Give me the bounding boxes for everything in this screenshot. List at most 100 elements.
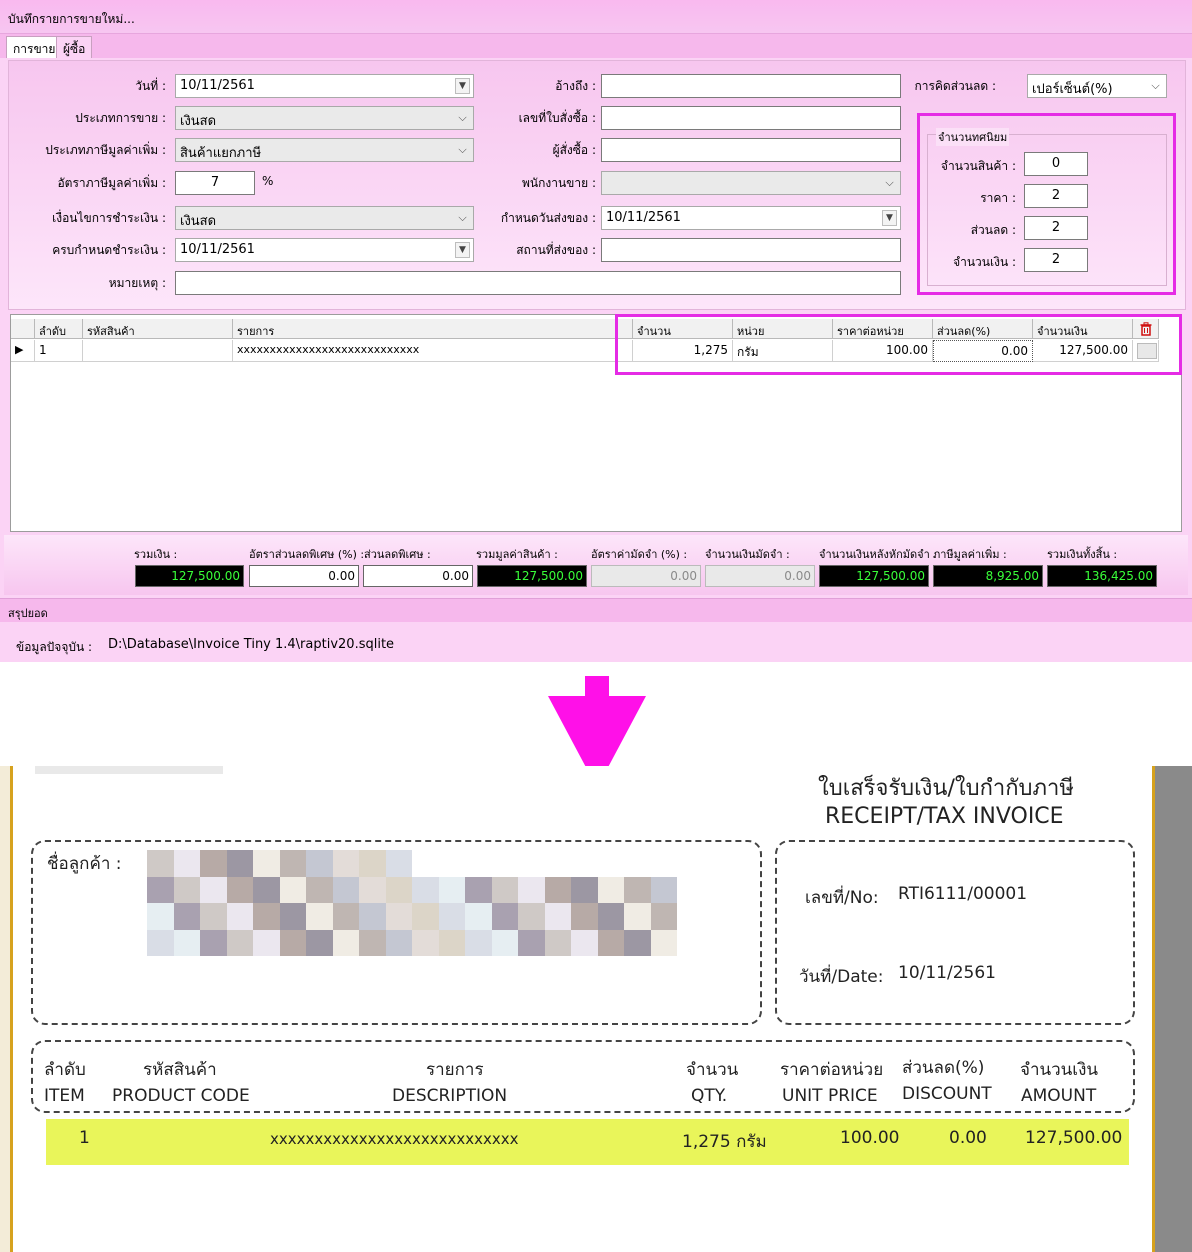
col-item-th: ลำดับ xyxy=(44,1060,86,1080)
payment-terms-select[interactable]: เงินสด ⌵ xyxy=(175,206,474,230)
delivery-date-label: กำหนดวันส่งของ : xyxy=(500,211,596,225)
delivery-date-picker[interactable]: 10/11/2561 ▼ xyxy=(601,206,901,230)
receipt-no-label: เลขที่/No: xyxy=(805,888,879,908)
col-desc-th: รายการ xyxy=(426,1060,484,1080)
receipt-date-value: 10/11/2561 xyxy=(898,963,996,983)
deposit-input[interactable]: 0.00 xyxy=(705,565,815,587)
pixel-block xyxy=(438,903,465,930)
decimals-price-label: ราคา : xyxy=(980,191,1016,205)
viewer-background xyxy=(1155,766,1192,1252)
col-qty-en: QTY. xyxy=(691,1086,728,1106)
pixel-block xyxy=(279,850,306,877)
pixel-block xyxy=(332,929,359,956)
logo-placeholder xyxy=(35,766,223,774)
page-left-border xyxy=(0,766,10,1252)
grid-header-seq[interactable]: ลำดับ xyxy=(35,319,83,339)
receipt-row-item: 1 xyxy=(79,1128,90,1148)
receipt-title-en: RECEIPT/TAX INVOICE xyxy=(825,804,1064,829)
date-picker[interactable]: 10/11/2561 ▼ xyxy=(175,74,474,98)
pixel-block xyxy=(147,876,174,903)
pixel-block xyxy=(650,876,677,903)
pixel-block xyxy=(465,903,492,930)
pixel-block xyxy=(200,850,227,877)
chevron-down-icon[interactable]: ⌵ xyxy=(1148,78,1163,94)
pixel-block xyxy=(491,903,518,930)
tab-buyer[interactable]: ผู้ซื้อ xyxy=(56,36,93,58)
grid-cell-desc[interactable]: xxxxxxxxxxxxxxxxxxxxxxxxxxxx xyxy=(233,340,633,362)
document-info-box xyxy=(775,840,1135,1025)
col-price-th: ราคาต่อหน่วย xyxy=(780,1060,884,1080)
grid-corner xyxy=(11,319,35,339)
decimals-discount-input[interactable]: 2 xyxy=(1024,216,1088,240)
po-number-label: เลขที่ใบสั่งซื้อ : xyxy=(518,111,596,125)
salesperson-select[interactable]: ⌵ xyxy=(601,171,901,195)
tab-sale[interactable]: การขาย xyxy=(6,36,63,58)
sale-type-select[interactable]: เงินสด ⌵ xyxy=(175,106,474,130)
pixel-block xyxy=(200,929,227,956)
pixel-block xyxy=(650,903,677,930)
sale-type-label: ประเภทการขาย : xyxy=(75,111,166,125)
pixel-block xyxy=(412,876,439,903)
pixel-block xyxy=(385,850,412,877)
deposit-rate-input[interactable]: 0.00 xyxy=(591,565,701,587)
grand-total-label: รวมเงินทั้งสิ้น : xyxy=(1047,548,1118,561)
grid-cell-seq[interactable]: 1 xyxy=(35,340,83,362)
po-number-input[interactable] xyxy=(601,106,901,130)
decimals-price-input[interactable]: 2 xyxy=(1024,184,1088,208)
database-path: D:\Database\Invoice Tiny 1.4\raptiv20.sq… xyxy=(108,637,395,652)
vat-rate-input[interactable]: 7 xyxy=(175,171,255,195)
pixel-block xyxy=(359,903,386,930)
decimals-qty-input[interactable]: 0 xyxy=(1024,152,1088,176)
pixel-block xyxy=(465,876,492,903)
orderer-input[interactable] xyxy=(601,138,901,162)
status-bar: ข้อมูลปัจจุบัน : D:\Database\Invoice Tin… xyxy=(0,626,1192,662)
pixel-block xyxy=(279,903,306,930)
special-disc-label: ส่วนลดพิเศษ : xyxy=(364,548,431,561)
due-date-label: ครบกำหนดชำระเงิน : xyxy=(52,243,166,257)
chevron-down-icon[interactable]: ⌵ xyxy=(882,175,897,191)
due-date-picker[interactable]: 10/11/2561 ▼ xyxy=(175,238,474,262)
pixel-block xyxy=(200,876,227,903)
reference-input[interactable] xyxy=(601,74,901,98)
payment-terms-label: เงื่อนไขการชำระเงิน : xyxy=(52,211,166,225)
col-desc-en: DESCRIPTION xyxy=(392,1086,508,1106)
salesperson-label: พนักงานขาย : xyxy=(521,176,596,190)
vat-rate-unit: % xyxy=(262,174,274,188)
grid-cell-code[interactable] xyxy=(83,340,233,362)
col-item-en: ITEM xyxy=(44,1086,85,1106)
page-left-edge xyxy=(10,766,13,1252)
vat-type-label: ประเภทภาษีมูลค่าเพิ่ม : xyxy=(45,143,166,157)
receipt-row-desc: xxxxxxxxxxxxxxxxxxxxxxxxxxxx xyxy=(270,1130,519,1148)
vat-type-value: สินค้าแยกภาษี xyxy=(180,146,262,161)
grid-header-code[interactable]: รหัสสินค้า xyxy=(83,319,233,339)
remark-input[interactable] xyxy=(175,271,901,295)
decimals-discount-label: ส่วนลด : xyxy=(970,223,1016,237)
sale-type-value: เงินสด xyxy=(180,114,217,129)
row-selector-icon[interactable]: ▶ xyxy=(11,340,35,362)
goods-value-label: รวมมูลค่าสินค้า : xyxy=(476,548,558,561)
goods-value: 127,500.00 xyxy=(477,565,587,587)
pixel-block xyxy=(518,929,545,956)
vat-type-select[interactable]: สินค้าแยกภาษี ⌵ xyxy=(175,138,474,162)
chevron-down-icon[interactable]: ▼ xyxy=(882,210,897,226)
pixel-block xyxy=(597,876,624,903)
col-qty-th: จำนวน xyxy=(686,1060,739,1080)
pixel-block xyxy=(385,903,412,930)
special-disc-rate-input[interactable]: 0.00 xyxy=(249,565,359,587)
pixel-block xyxy=(332,903,359,930)
col-disc-en: DISCOUNT xyxy=(902,1084,992,1104)
decimals-amount-label: จำนวนเงิน : xyxy=(953,255,1016,269)
discount-calc-select[interactable]: เปอร์เซ็นต์(%) ⌵ xyxy=(1027,74,1167,98)
special-disc-input[interactable]: 0.00 xyxy=(363,565,473,587)
delivery-place-input[interactable] xyxy=(601,238,901,262)
pixel-block xyxy=(571,903,598,930)
col-amount-en: AMOUNT xyxy=(1021,1086,1097,1106)
col-disc-th: ส่วนลด(%) xyxy=(902,1058,985,1078)
date-label: วันที่ : xyxy=(135,79,166,93)
grid-header-desc[interactable]: รายการ xyxy=(233,319,633,339)
pixel-block xyxy=(571,929,598,956)
decimals-amount-input[interactable]: 2 xyxy=(1024,248,1088,272)
receipt-row-disc: 0.00 xyxy=(949,1128,987,1148)
pixel-block xyxy=(226,850,253,877)
reference-label: อ้างถึง : xyxy=(555,79,596,93)
